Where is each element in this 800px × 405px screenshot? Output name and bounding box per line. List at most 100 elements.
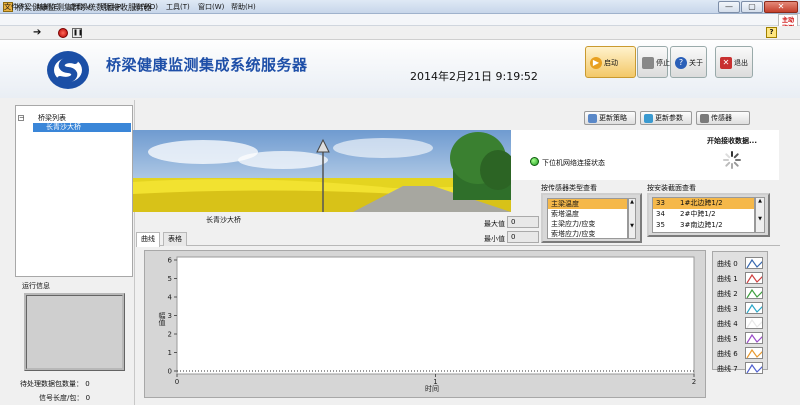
x-tick-label: 2 xyxy=(692,378,696,386)
tab-curve[interactable]: 曲线 xyxy=(136,232,160,247)
minimize-button[interactable]: — xyxy=(718,1,740,13)
run-arrow-icon[interactable]: ➔ xyxy=(33,27,41,38)
update-params-label: 更新参数 xyxy=(655,114,683,122)
legend-label: 曲线 3 xyxy=(717,305,738,313)
bridge-banner-image xyxy=(133,130,511,212)
legend-label: 曲线 1 xyxy=(717,275,738,283)
menu-project[interactable]: 项目(P) xyxy=(100,2,124,12)
section-number: 35 xyxy=(656,221,665,229)
y-tick-label: 2 xyxy=(168,331,172,339)
legend-label: 曲线 6 xyxy=(717,350,738,358)
y-tick-label: 3 xyxy=(168,312,172,320)
section-name: 1#北边跨1/2 xyxy=(680,199,723,207)
legend-item[interactable]: 曲线 1 xyxy=(717,272,765,285)
company-logo xyxy=(47,51,89,89)
legend-item[interactable]: 曲线 0 xyxy=(717,257,765,270)
abort-icon[interactable] xyxy=(58,28,68,38)
update-params-button[interactable]: 更新参数 xyxy=(640,111,692,125)
sensor-list-scrollbar[interactable]: ▲ ▼ xyxy=(628,198,636,239)
menu-view[interactable]: 查看(V) xyxy=(69,2,93,12)
maximize-button[interactable]: ▢ xyxy=(741,1,763,13)
menu-help[interactable]: 帮助(H) xyxy=(231,2,256,12)
x-tick-label: 0 xyxy=(175,378,179,386)
legend-item[interactable]: 曲线 7 xyxy=(717,362,765,375)
x-axis-label: 时间 xyxy=(425,384,439,393)
menu-operate[interactable]: 操作(O) xyxy=(133,2,158,12)
loading-spinner-icon xyxy=(723,151,741,169)
legend-item[interactable]: 曲线 2 xyxy=(717,287,765,300)
bridge-name-label: 长青沙大桥 xyxy=(206,216,241,224)
tab-table[interactable]: 表格 xyxy=(163,232,187,246)
max-value-label: 最大值 xyxy=(484,220,505,228)
list-item[interactable]: 索塔应力/应变 xyxy=(548,229,627,238)
y-tick-label: 4 xyxy=(168,294,173,302)
min-value-indicator: 0 xyxy=(507,231,539,243)
stop-button[interactable]: 停止 xyxy=(637,46,670,78)
toolbar xyxy=(0,26,800,40)
section-name: 2#中跨1/2 xyxy=(680,210,716,218)
min-value-label: 最小值 xyxy=(484,235,505,243)
max-value-indicator: 0 xyxy=(507,216,539,228)
legend-item[interactable]: 曲线 5 xyxy=(717,332,765,345)
sensor-type-listbox[interactable]: 主梁温度 索塔温度 主梁应力/应变 索塔应力/应变 xyxy=(547,198,628,239)
menu-tools[interactable]: 工具(T) xyxy=(166,2,190,12)
app-title: 桥梁健康监测集成系统服务器 xyxy=(106,56,308,74)
waveform-chart: 0123456 012 幅值 时间 xyxy=(158,256,696,393)
signal-length-label: 信号长度/包： 0 xyxy=(39,394,91,402)
y-axis-label: 幅值 xyxy=(158,311,166,327)
table-row[interactable]: 33 1#北边跨1/2 xyxy=(653,198,754,209)
y-tick-label: 1 xyxy=(168,349,172,357)
sensor-button[interactable]: 传感器 xyxy=(696,111,750,125)
exit-button-label: 退出 xyxy=(734,59,748,67)
pause-icon[interactable]: ❚❚ xyxy=(72,28,83,38)
help-icon: ? xyxy=(675,57,687,69)
menu-edit[interactable]: 编辑(E) xyxy=(37,2,61,12)
start-button[interactable]: ▶ 启动 xyxy=(585,46,636,78)
legend-label: 曲线 2 xyxy=(717,290,738,298)
legend-swatch-icon xyxy=(745,362,763,374)
about-button-label: 关于 xyxy=(689,59,703,67)
legend-swatch-icon xyxy=(745,272,763,284)
context-help-icon[interactable]: ? xyxy=(766,27,777,38)
legend-item[interactable]: 曲线 6 xyxy=(717,347,765,360)
close-button[interactable]: ✕ xyxy=(764,1,798,13)
run-info-display xyxy=(24,293,125,371)
plot-area xyxy=(176,256,695,375)
tab-divider xyxy=(136,245,780,246)
sensor-button-label: 传感器 xyxy=(711,114,732,122)
section-name: 3#南边跨1/2 xyxy=(680,221,723,229)
tree-item-bridge[interactable]: 长青沙大桥 xyxy=(33,123,131,132)
install-section-listbox[interactable]: 33 1#北边跨1/2 34 2#中跨1/2 35 3#南边跨1/2 xyxy=(652,197,755,233)
legend-item[interactable]: 曲线 3 xyxy=(717,302,765,315)
update-strategy-label: 更新策略 xyxy=(599,114,627,122)
receiving-status-text: 开始接收数据... xyxy=(707,137,757,145)
legend-label: 曲线 0 xyxy=(717,260,738,268)
table-row[interactable]: 34 2#中跨1/2 xyxy=(653,209,754,220)
list-item[interactable]: 主梁应力/应变 xyxy=(548,219,627,229)
list-item[interactable]: 主梁温度 xyxy=(548,199,627,209)
table-row[interactable]: 35 3#南边跨1/2 xyxy=(653,220,754,231)
stop-button-label: 停止 xyxy=(656,59,670,67)
section-number: 34 xyxy=(656,210,665,218)
legend-swatch-icon xyxy=(745,287,763,299)
sensor-type-title: 按传感器类型查看 xyxy=(541,184,597,192)
legend-swatch-icon xyxy=(745,302,763,314)
exit-button[interactable]: ✕ 退出 xyxy=(715,46,753,78)
wrench-icon xyxy=(700,113,709,123)
pending-packets-label: 待处理数据包数量： 0 xyxy=(20,380,90,388)
tree-collapse-icon[interactable]: − xyxy=(18,115,24,121)
list-item[interactable]: 索塔温度 xyxy=(548,209,627,219)
refresh-icon xyxy=(644,113,653,123)
legend-item[interactable]: 曲线 4 xyxy=(717,317,765,330)
menu-bar xyxy=(0,14,800,26)
about-button[interactable]: ? 关于 xyxy=(670,46,707,78)
legend-label: 曲线 4 xyxy=(717,320,738,328)
update-strategy-button[interactable]: 更新策略 xyxy=(584,111,636,125)
menu-window[interactable]: 窗口(W) xyxy=(198,2,224,12)
legend-swatch-icon xyxy=(745,332,763,344)
run-info-label: 运行信息 xyxy=(22,282,50,290)
exit-icon: ✕ xyxy=(720,57,732,69)
install-list-scrollbar[interactable]: ▲ ▼ xyxy=(755,197,765,233)
menu-file[interactable]: 文件(F) xyxy=(4,2,28,12)
tree-root-label[interactable]: 桥梁列表 xyxy=(38,113,66,123)
